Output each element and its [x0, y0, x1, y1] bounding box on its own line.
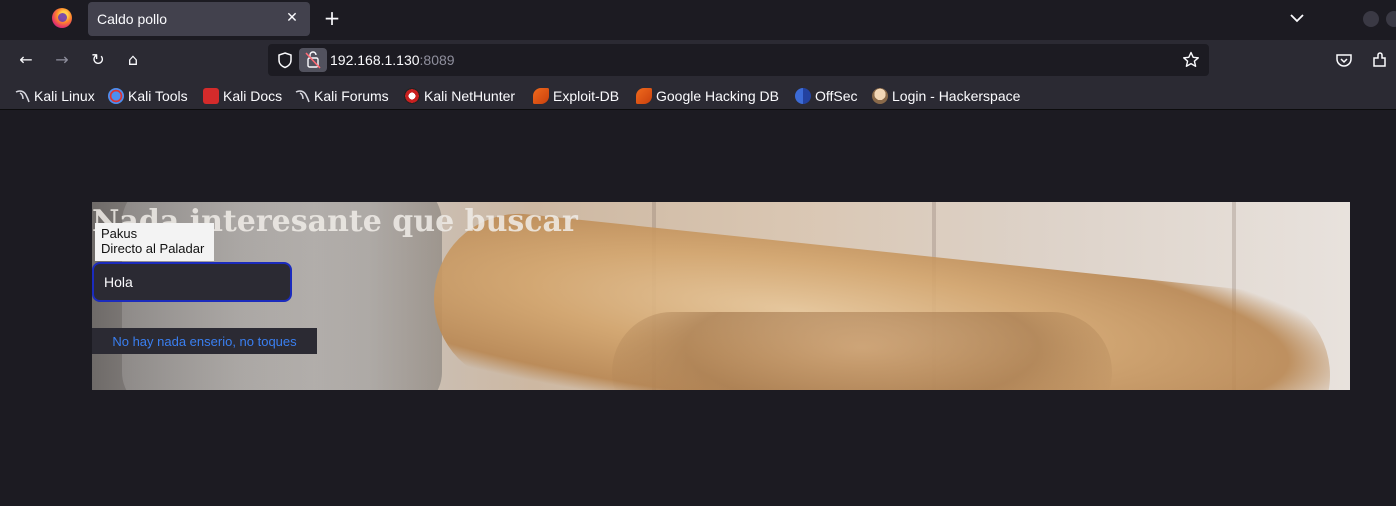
bookmark-label: Exploit-DB: [553, 88, 620, 104]
brand-box: Pakus Directo al Paladar: [95, 223, 214, 261]
insecure-lock-icon[interactable]: [299, 48, 327, 72]
url-text[interactable]: 192.168.1.130:8089: [330, 52, 455, 68]
bookmark-exploit-db[interactable]: Exploit-DB: [533, 87, 619, 105]
link-container: No hay nada enserio, no toques: [92, 328, 317, 354]
bookmarks-toolbar: Kali Linux Kali Tools Kali Docs Kali For…: [0, 80, 1396, 110]
exploit-db-icon: [636, 88, 652, 104]
back-icon[interactable]: ←: [16, 50, 36, 70]
hola-input[interactable]: Hola: [92, 262, 292, 302]
offsec-icon: [795, 88, 811, 104]
bookmark-kali-tools[interactable]: Kali Tools: [108, 87, 188, 105]
hackerspace-icon: [872, 88, 888, 104]
tab-close-icon[interactable]: ✕: [282, 8, 302, 28]
tab-strip: Caldo pollo ✕ +: [0, 0, 1396, 38]
bookmark-google-hacking-db[interactable]: Google Hacking DB: [636, 87, 779, 105]
list-all-tabs-button[interactable]: [1287, 8, 1307, 28]
url-bar[interactable]: 192.168.1.130:8089: [268, 44, 1209, 76]
kali-docs-icon: [203, 88, 219, 104]
background-bread-shadow: [612, 312, 1112, 390]
bookmark-label: Kali Docs: [223, 88, 283, 104]
forward-icon[interactable]: →: [52, 50, 72, 70]
bookmark-kali-linux[interactable]: Kali Linux: [14, 87, 95, 105]
firefox-icon: [52, 8, 72, 28]
bookmark-login-hackerspace[interactable]: Login - Hackerspace: [872, 87, 1020, 105]
bookmark-kali-docs[interactable]: Kali Docs: [203, 87, 282, 105]
kali-dragon-icon: [294, 88, 310, 104]
url-port: :8089: [419, 52, 455, 68]
pocket-icon[interactable]: [1334, 50, 1354, 70]
url-host: 192.168.1.130: [330, 52, 420, 68]
reload-icon[interactable]: ↻: [88, 50, 108, 70]
tab-title: Caldo pollo: [97, 11, 168, 27]
window-minimize-button[interactable]: [1363, 11, 1379, 27]
new-tab-button[interactable]: +: [321, 7, 343, 29]
bookmark-star-icon[interactable]: [1181, 50, 1201, 70]
shield-icon[interactable]: [276, 51, 294, 69]
no-toques-link[interactable]: No hay nada enserio, no toques: [112, 334, 296, 349]
extensions-icon[interactable]: [1370, 50, 1390, 70]
kali-tools-icon: [108, 88, 124, 104]
bookmark-label: Kali NetHunter: [424, 88, 516, 104]
nethunter-icon: [404, 88, 420, 104]
bookmark-label: Google Hacking DB: [656, 88, 779, 104]
home-icon[interactable]: ⌂: [123, 50, 143, 70]
bookmark-label: OffSec: [815, 88, 858, 104]
bookmark-offsec[interactable]: OffSec: [795, 87, 858, 105]
tab-active[interactable]: Caldo pollo ✕: [88, 2, 310, 36]
bookmark-kali-forums[interactable]: Kali Forums: [294, 87, 389, 105]
brand-tagline: Directo al Paladar: [101, 241, 205, 256]
window-close-button[interactable]: [1386, 11, 1396, 27]
hero-banner: Nada interesante que buscar Pakus Direct…: [92, 202, 1350, 390]
bookmark-kali-nethunter[interactable]: Kali NetHunter: [404, 87, 515, 105]
exploit-db-icon: [533, 88, 549, 104]
kali-dragon-icon: [14, 88, 30, 104]
page-content: Nada interesante que buscar Pakus Direct…: [0, 111, 1396, 506]
bookmark-label: Kali Forums: [314, 88, 389, 104]
brand-name: Pakus: [101, 226, 138, 241]
bookmark-label: Kali Tools: [128, 88, 188, 104]
navigation-toolbar: ← → ↻ ⌂ 192.168.1.130:8089: [0, 40, 1396, 80]
bookmark-label: Login - Hackerspace: [892, 88, 1021, 104]
bookmark-label: Kali Linux: [34, 88, 95, 104]
